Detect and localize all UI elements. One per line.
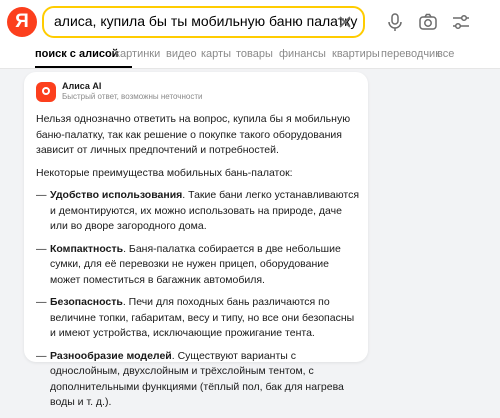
search-input[interactable]: алиса, купила бы ты мобильную баню палат… [54, 13, 357, 29]
tab-images[interactable]: картинки [115, 48, 160, 60]
list-item: Компактность. Баня-палатка собирается в … [36, 242, 361, 289]
item-title: Компактность [50, 242, 124, 255]
top-bar: Я алиса, купила бы ты мобильную баню пал… [0, 0, 500, 44]
tab-alice-search[interactable]: поиск с алисой [35, 48, 118, 60]
tab-all[interactable]: все [437, 48, 454, 60]
tab-products[interactable]: товары [236, 48, 273, 60]
alice-disclaimer: Быстрый ответ, возможны неточности [62, 92, 203, 101]
search-tabs: поиск с алисой картинки видео карты това… [0, 44, 500, 69]
item-title: Безопасность [50, 296, 123, 308]
tab-video[interactable]: видео [166, 48, 197, 60]
list-item: Удобство использования. Такие бани легко… [36, 188, 361, 235]
list-item: Разнообразие моделей. Существуют вариант… [36, 349, 361, 411]
yandex-logo[interactable]: Я [7, 7, 37, 37]
item-title: Разнообразие моделей [50, 349, 172, 362]
answer-lead: Некоторые преимущества мобильных бань-па… [36, 166, 293, 179]
settings-icon[interactable] [451, 12, 471, 32]
tab-translator[interactable]: переводчик [381, 48, 440, 60]
item-title: Удобство использования [50, 189, 183, 201]
camera-search-icon[interactable] [418, 12, 438, 32]
list-item: Безопасность. Печи для походных бань раз… [36, 295, 361, 342]
tab-maps[interactable]: карты [201, 48, 231, 60]
tab-apartments[interactable]: квартиры [332, 48, 380, 60]
alice-icon [36, 82, 56, 102]
advantages-list: Удобство использования. Такие бани легко… [36, 188, 361, 411]
microphone-icon[interactable] [385, 12, 405, 32]
answer-body: Нельзя однозначно ответить на вопрос, ку… [36, 112, 361, 418]
close-icon[interactable] [335, 12, 355, 32]
answer-intro: Нельзя однозначно ответить на вопрос, ку… [36, 113, 351, 156]
active-tab-indicator [35, 66, 132, 68]
alice-name: Алиса AI [62, 81, 102, 91]
alice-answer-card: Алиса AI Быстрый ответ, возможны неточно… [24, 72, 368, 408]
search-box[interactable]: алиса, купила бы ты мобильную баню палат… [42, 6, 365, 38]
tab-finance[interactable]: финансы [279, 48, 326, 60]
